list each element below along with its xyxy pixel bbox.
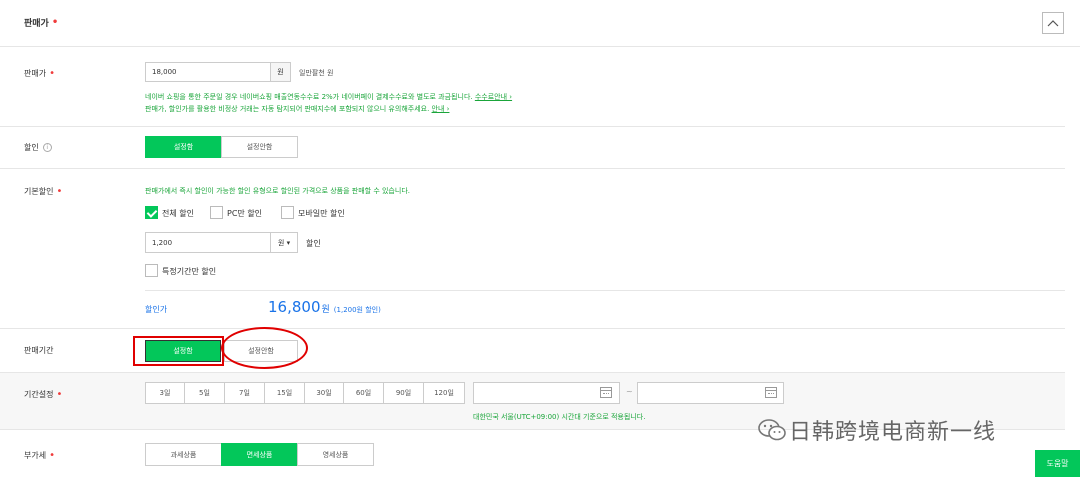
divider <box>0 46 1080 47</box>
divider <box>145 290 1065 291</box>
day-120-button[interactable]: 120일 <box>423 382 465 404</box>
discount-price-note: (1,200원 할인) <box>333 306 381 314</box>
collapse-button[interactable] <box>1042 12 1064 34</box>
timezone-note: 대한민국 서울(UTC+09:00) 시간대 기준으로 적용됩니다. <box>473 413 646 421</box>
required-mark: • <box>56 185 63 197</box>
discount-label: 할인 i <box>24 142 52 153</box>
abuse-info-link[interactable]: 안내 › <box>432 105 450 113</box>
vat-zero-button[interactable]: 영세상품 <box>297 443 374 466</box>
price-label-text: 판매가 <box>24 69 47 78</box>
end-date-input[interactable] <box>637 382 784 404</box>
period-setting-label: 기간설정 • <box>24 389 62 400</box>
discount-on-button[interactable]: 설정함 <box>145 136 222 158</box>
chevron-up-icon <box>1047 20 1059 27</box>
day-15-button[interactable]: 15일 <box>264 382 305 404</box>
abuse-notice: 판매가, 할인가를 활용한 비정상 거래는 자동 탐지되어 판매지수에 포함되지… <box>145 104 449 114</box>
abuse-notice-text: 판매가, 할인가를 활용한 비정상 거래는 자동 탐지되어 판매지수에 포함되지… <box>145 105 430 113</box>
section-title: 판매가 • <box>24 16 58 29</box>
help-button[interactable]: 도움말 <box>1035 450 1080 477</box>
discount-price-value: 16,800 <box>268 298 321 316</box>
period-only-label: 특정기간만 할인 <box>162 267 217 276</box>
fee-notice-text: 네이버 쇼핑을 통한 주문일 경우 네이버쇼핑 매출연동수수료 2%가 네이버페… <box>145 93 473 101</box>
discount-price: 16,800 원 (1,200원 할인) <box>268 298 381 316</box>
fee-info-link[interactable]: 수수료안내 › <box>475 93 512 101</box>
basic-discount-label: 기본할인 • <box>24 186 62 197</box>
vat-exempt-button[interactable]: 면세상품 <box>221 443 298 466</box>
period-only-checkbox[interactable] <box>145 264 158 277</box>
mobile-discount-label: 모바일만 할인 <box>298 209 345 218</box>
required-mark: • <box>56 388 63 400</box>
calendar-icon[interactable] <box>600 387 612 398</box>
required-mark: • <box>49 67 55 79</box>
section-title-text: 판매가 <box>24 19 49 29</box>
basic-discount-label-text: 기본할인 <box>24 187 54 196</box>
sale-period-on-button[interactable]: 설정함 <box>145 340 221 362</box>
vat-label-text: 부가세 <box>24 451 47 460</box>
price-hangul: 일만팔천 원 <box>299 69 334 77</box>
day-5-button[interactable]: 5일 <box>184 382 225 404</box>
all-discount-checkbox[interactable] <box>145 206 158 219</box>
mobile-discount-checkbox[interactable] <box>281 206 294 219</box>
period-setting-label-text: 기간설정 <box>24 390 54 399</box>
pc-discount-label: PC만 할인 <box>227 209 263 218</box>
day-3-button[interactable]: 3일 <box>145 382 185 404</box>
discount-price-won: 원 <box>321 305 330 315</box>
watermark: 日韩跨境电商新一线 <box>757 414 996 446</box>
divider <box>0 328 1065 329</box>
day-60-button[interactable]: 60일 <box>343 382 384 404</box>
discount-suffix: 할인 <box>306 239 321 248</box>
required-mark: • <box>49 449 55 461</box>
start-date-input[interactable] <box>473 382 620 404</box>
wechat-icon <box>758 419 786 441</box>
price-unit: 원 <box>270 62 291 82</box>
info-icon[interactable]: i <box>42 143 52 152</box>
all-discount-label: 전체 할인 <box>162 209 194 218</box>
required-mark: • <box>51 16 59 28</box>
pc-discount-checkbox[interactable] <box>210 206 223 219</box>
watermark-text: 日韩跨境电商新一线 <box>789 420 997 445</box>
vat-label: 부가세 • <box>24 450 55 461</box>
price-label: 판매가 • <box>24 68 55 79</box>
divider <box>0 168 1065 169</box>
fee-notice: 네이버 쇼핑을 통한 주문일 경우 네이버쇼핑 매출연동수수료 2%가 네이버페… <box>145 92 512 102</box>
calendar-icon[interactable] <box>765 387 777 398</box>
day-90-button[interactable]: 90일 <box>383 382 424 404</box>
discount-price-label: 할인가 <box>145 305 168 314</box>
highlight-ellipse <box>221 327 308 369</box>
sale-period-label: 판매기간 <box>24 346 54 355</box>
day-7-button[interactable]: 7일 <box>224 382 265 404</box>
divider <box>0 126 1065 127</box>
date-range-dash: ~ <box>626 387 633 396</box>
vat-taxable-button[interactable]: 과세상품 <box>145 443 222 466</box>
discount-off-button[interactable]: 설정안함 <box>221 136 298 158</box>
discount-unit-select[interactable]: 원 ▾ <box>270 232 298 253</box>
discount-amount-input[interactable]: 1,200 <box>145 232 271 253</box>
day-30-button[interactable]: 30일 <box>304 382 344 404</box>
discount-label-text: 할인 <box>24 143 39 152</box>
price-input[interactable]: 18,000 <box>145 62 271 82</box>
basic-discount-desc: 판매가에서 즉시 할인이 가능한 할인 유형으로 할인된 가격으로 상품을 판매… <box>145 187 410 195</box>
